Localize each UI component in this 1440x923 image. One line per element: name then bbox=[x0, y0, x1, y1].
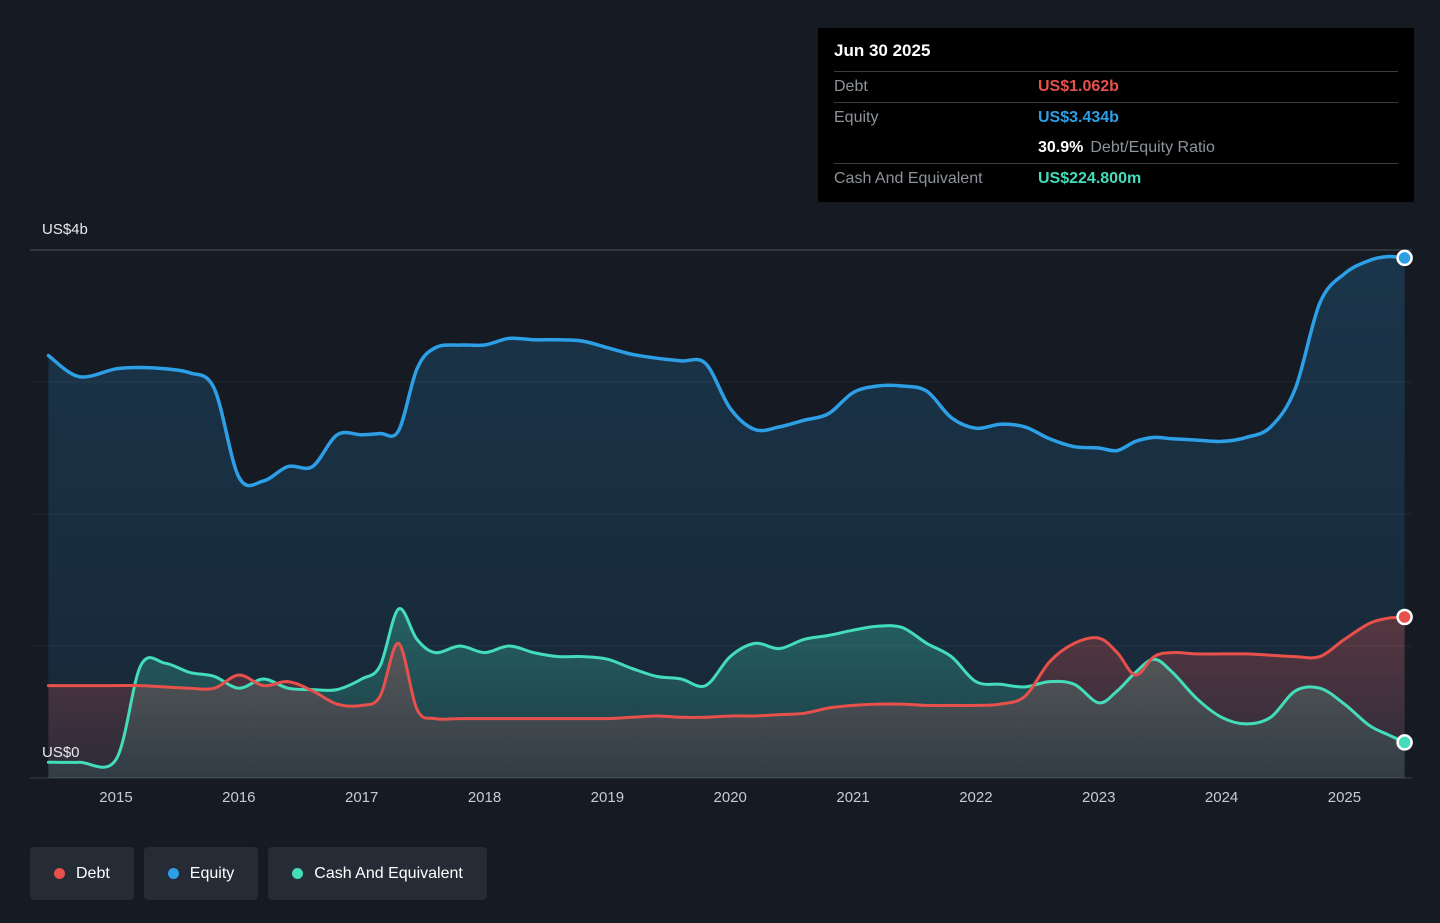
chart-tooltip: Jun 30 2025 Debt US$1.062b Equity US$3.4… bbox=[818, 28, 1414, 202]
x-axis-tick: 2016 bbox=[199, 789, 279, 806]
tooltip-cash-label: Cash And Equivalent bbox=[834, 170, 1038, 188]
x-axis-tick: 2019 bbox=[567, 789, 647, 806]
tooltip-cash-row: Cash And Equivalent US$224.800m bbox=[818, 164, 1414, 194]
tooltip-date: Jun 30 2025 bbox=[818, 28, 1414, 71]
legend-debt-label: Debt bbox=[76, 865, 110, 883]
tooltip-debt-value: US$1.062b bbox=[1038, 78, 1119, 96]
x-axis-tick: 2018 bbox=[445, 789, 525, 806]
tooltip-equity-row: Equity US$3.434b bbox=[818, 103, 1414, 133]
x-axis-tick: 2024 bbox=[1182, 789, 1262, 806]
equity-color-dot bbox=[168, 868, 179, 879]
x-axis-tick: 2022 bbox=[936, 789, 1016, 806]
debt-equity-history-chart[interactable] bbox=[0, 240, 1440, 800]
tooltip-ratio-row: 30.9% Debt/Equity Ratio bbox=[818, 133, 1414, 163]
legend-item-equity[interactable]: Equity bbox=[144, 847, 258, 900]
legend-item-cash[interactable]: Cash And Equivalent bbox=[268, 847, 487, 900]
debt-color-dot bbox=[54, 868, 65, 879]
tooltip-equity-value: US$3.434b bbox=[1038, 109, 1119, 127]
legend-cash-label: Cash And Equivalent bbox=[314, 865, 463, 883]
x-axis-tick: 2020 bbox=[690, 789, 770, 806]
legend-item-debt[interactable]: Debt bbox=[30, 847, 134, 900]
legend-equity-label: Equity bbox=[190, 865, 234, 883]
tooltip-debt-label: Debt bbox=[834, 78, 1038, 96]
legend: Debt Equity Cash And Equivalent bbox=[30, 847, 487, 900]
tooltip-ratio: 30.9% Debt/Equity Ratio bbox=[1038, 139, 1215, 157]
x-axis-tick: 2025 bbox=[1304, 789, 1384, 806]
tooltip-equity-label: Equity bbox=[834, 109, 1038, 127]
cash-color-dot bbox=[292, 868, 303, 879]
tooltip-ratio-value: 30.9% bbox=[1038, 139, 1083, 156]
tooltip-ratio-label: Debt/Equity Ratio bbox=[1090, 139, 1215, 156]
y-axis-label-bottom: US$0 bbox=[42, 744, 80, 761]
tooltip-debt-row: Debt US$1.062b bbox=[818, 72, 1414, 102]
tooltip-cash-value: US$224.800m bbox=[1038, 170, 1141, 188]
x-axis-tick: 2023 bbox=[1059, 789, 1139, 806]
x-axis-tick: 2021 bbox=[813, 789, 893, 806]
x-axis-tick: 2017 bbox=[322, 789, 402, 806]
y-axis-label-top: US$4b bbox=[42, 221, 88, 238]
x-axis-tick: 2015 bbox=[76, 789, 156, 806]
